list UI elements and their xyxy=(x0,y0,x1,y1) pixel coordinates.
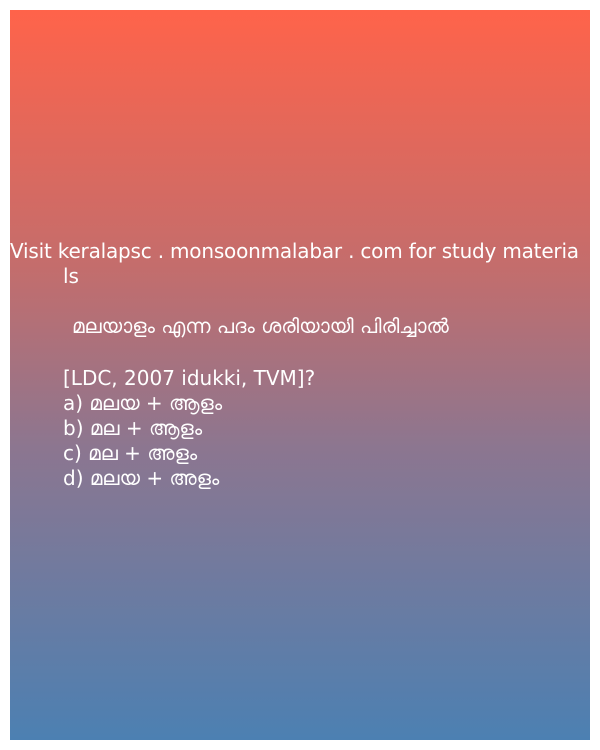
option-c: c) മല + അളം xyxy=(63,441,198,465)
promo-line-2: ls xyxy=(63,264,79,288)
option-a: a) മലയ + ആളം xyxy=(63,391,223,415)
question-meta: [LDC, 2007 idukki, TVM]? xyxy=(63,366,316,390)
quiz-card: Visit keralapsc . monsoonmalabar . com f… xyxy=(10,10,590,740)
question-text: മലയാളം എന്ന പദം ശരിയായി പിരിച്ചാൽ xyxy=(72,314,449,338)
options-list: a) മലയ + ആളം b) മല + ആളം c) മല + അളം d) … xyxy=(63,391,222,491)
option-b: b) മല + ആളം xyxy=(63,416,203,440)
option-d: d) മലയ + അളം xyxy=(63,466,220,490)
promo-line-1: Visit keralapsc . monsoonmalabar . com f… xyxy=(10,239,579,263)
